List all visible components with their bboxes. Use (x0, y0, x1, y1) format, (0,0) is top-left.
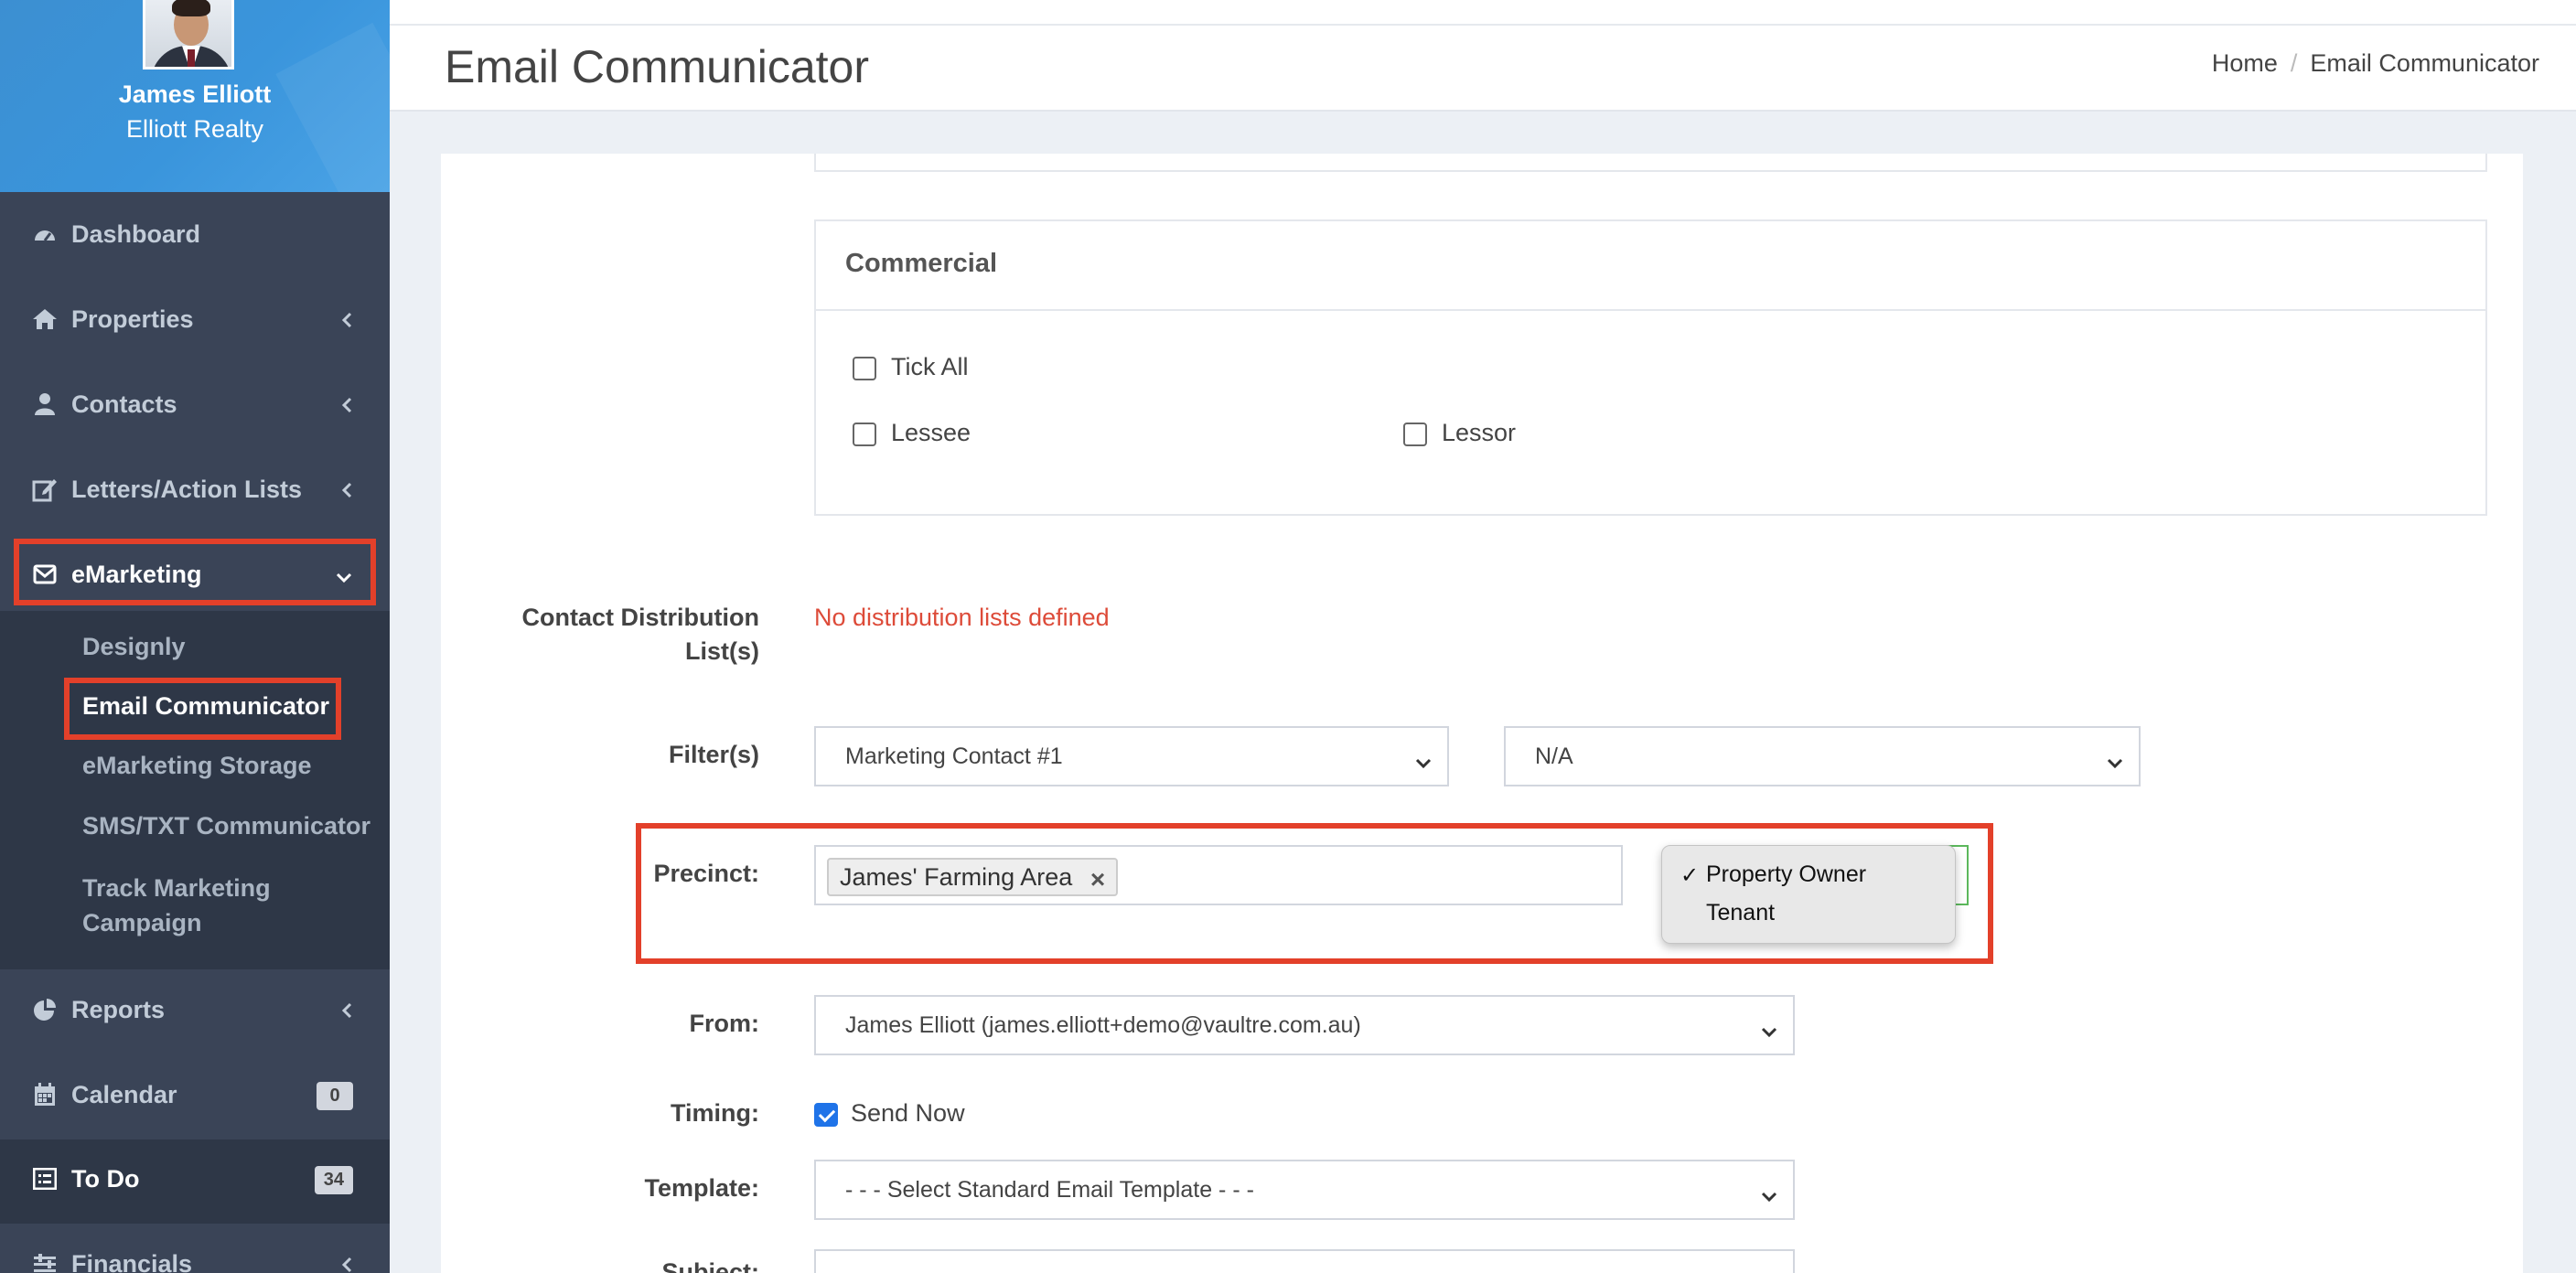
distribution-label: Contact Distribution List(s) (521, 604, 759, 665)
send-now-checkbox[interactable] (814, 1103, 838, 1127)
calendar-icon (31, 1081, 59, 1108)
template-label: Template: (644, 1174, 759, 1202)
sidebar-item-label: Financials (71, 1249, 193, 1273)
submenu-item-sms-txt-communicator[interactable]: SMS/TXT Communicator (82, 812, 370, 840)
envelope-icon (31, 561, 59, 588)
breadcrumb: Home / Email Communicator (2211, 49, 2539, 77)
user-panel: James Elliott Elliott Realty (0, 0, 390, 192)
sidebar-item-letters-action-lists[interactable]: Letters/Action Lists (0, 447, 390, 531)
chevron-down-icon (1414, 750, 1433, 776)
breadcrumb-home-link[interactable]: Home (2212, 49, 2278, 77)
submenu-item-email-communicator[interactable]: Email Communicator (82, 692, 329, 721)
precinct-role-dropdown: ✓ Property Owner Tenant (1661, 845, 1956, 944)
home-icon (31, 305, 59, 333)
avatar[interactable] (143, 0, 234, 70)
sidebar-item-label: Contacts (71, 390, 177, 418)
lessee-label: Lessee (891, 419, 971, 446)
precinct-label: Precinct: (653, 860, 759, 887)
page-title: Email Communicator (445, 41, 870, 92)
chevron-down-icon (1760, 1019, 1778, 1045)
subject-input[interactable] (814, 1249, 1795, 1273)
dropdown-option-property-owner[interactable]: Property Owner (1706, 861, 1866, 888)
sidebar-item-label: Letters/Action Lists (71, 475, 303, 503)
chevron-down-icon (1760, 1183, 1778, 1210)
precinct-tag: James' Farming Area × (827, 858, 1119, 896)
user-icon (31, 390, 59, 418)
chevron-left-icon (340, 307, 353, 336)
user-name: James Elliott (118, 80, 272, 108)
sidebar-item-label: Properties (71, 305, 194, 333)
sidebar-item-reports[interactable]: Reports (0, 968, 390, 1052)
chevron-left-icon (340, 998, 353, 1026)
chevron-down-icon (335, 562, 353, 591)
calendar-count-badge: 0 (317, 1082, 353, 1110)
template-select[interactable]: - - - Select Standard Email Template - -… (814, 1160, 1795, 1220)
send-now-label: Send Now (851, 1099, 965, 1127)
subject-label: Subject: (661, 1258, 759, 1273)
submenu-item-designly[interactable]: Designly (82, 633, 186, 661)
sidebar-item-label: To Do (71, 1164, 140, 1193)
from-select[interactable]: James Elliott (james.elliott+demo@vaultr… (814, 995, 1795, 1055)
chevron-left-icon (340, 392, 353, 421)
from-label: From: (689, 1010, 760, 1037)
lessee-checkbox[interactable] (853, 423, 876, 446)
content-header: Email Communicator Home / Email Communicat… (390, 26, 2576, 112)
edit-icon (31, 476, 59, 503)
distribution-error-text: No distribution lists defined (814, 604, 1110, 631)
filters-label: Filter(s) (668, 741, 759, 768)
sidebar-item-contacts[interactable]: Contacts (0, 362, 390, 446)
sidebar-item-emarketing[interactable]: eMarketing (0, 532, 390, 616)
sidebar-item-label: Calendar (71, 1080, 177, 1108)
sliders-icon (31, 1250, 59, 1273)
filter-2-select[interactable]: N/A (1504, 726, 2141, 786)
sidebar: James Elliott Elliott Realty Dashboard P… (0, 0, 390, 1273)
remove-tag-icon[interactable]: × (1090, 865, 1105, 894)
sidebar-item-label: Dashboard (71, 219, 201, 248)
commercial-group-box: Commercial Tick All Lessee Lessor (814, 219, 2487, 516)
dropdown-option-tenant[interactable]: Tenant (1706, 900, 1775, 926)
sidebar-item-financials[interactable]: Financials (0, 1222, 390, 1273)
submenu-item-emarketing-storage[interactable]: eMarketing Storage (82, 752, 312, 780)
filter-1-select[interactable]: Marketing Contact #1 (814, 726, 1449, 786)
sidebar-item-calendar[interactable]: Calendar 0 (0, 1053, 390, 1137)
sidebar-item-properties[interactable]: Properties (0, 277, 390, 361)
list-icon (31, 1165, 59, 1193)
checkmark-icon: ✓ (1680, 863, 1700, 888)
precinct-tag-input[interactable]: James' Farming Area × (814, 845, 1623, 905)
lessor-label: Lessor (1442, 419, 1517, 446)
chevron-down-icon (2106, 750, 2124, 776)
dashboard-icon (31, 220, 59, 248)
lessor-checkbox[interactable] (1403, 423, 1427, 446)
commercial-title: Commercial (845, 249, 998, 278)
sidebar-item-to-do[interactable]: To Do 34 (0, 1137, 390, 1221)
chevron-left-icon (340, 477, 353, 506)
user-company: Elliott Realty (125, 115, 264, 143)
tick-all-label: Tick All (891, 353, 969, 380)
top-navbar (390, 0, 2576, 26)
sidebar-item-dashboard[interactable]: Dashboard (0, 192, 390, 276)
breadcrumb-current: Email Communicator (2310, 49, 2539, 77)
pie-chart-icon (31, 996, 59, 1023)
chevron-left-icon (340, 1252, 353, 1273)
tick-all-checkbox[interactable] (853, 357, 876, 380)
timing-label: Timing: (671, 1099, 759, 1127)
sidebar-item-label: Reports (71, 995, 166, 1023)
submenu-item-track-marketing-campaign[interactable]: Track Marketing Campaign (82, 871, 357, 940)
sidebar-item-label: eMarketing (71, 560, 202, 588)
todo-count-badge: 34 (314, 1166, 353, 1194)
previous-group-box (814, 154, 2487, 172)
